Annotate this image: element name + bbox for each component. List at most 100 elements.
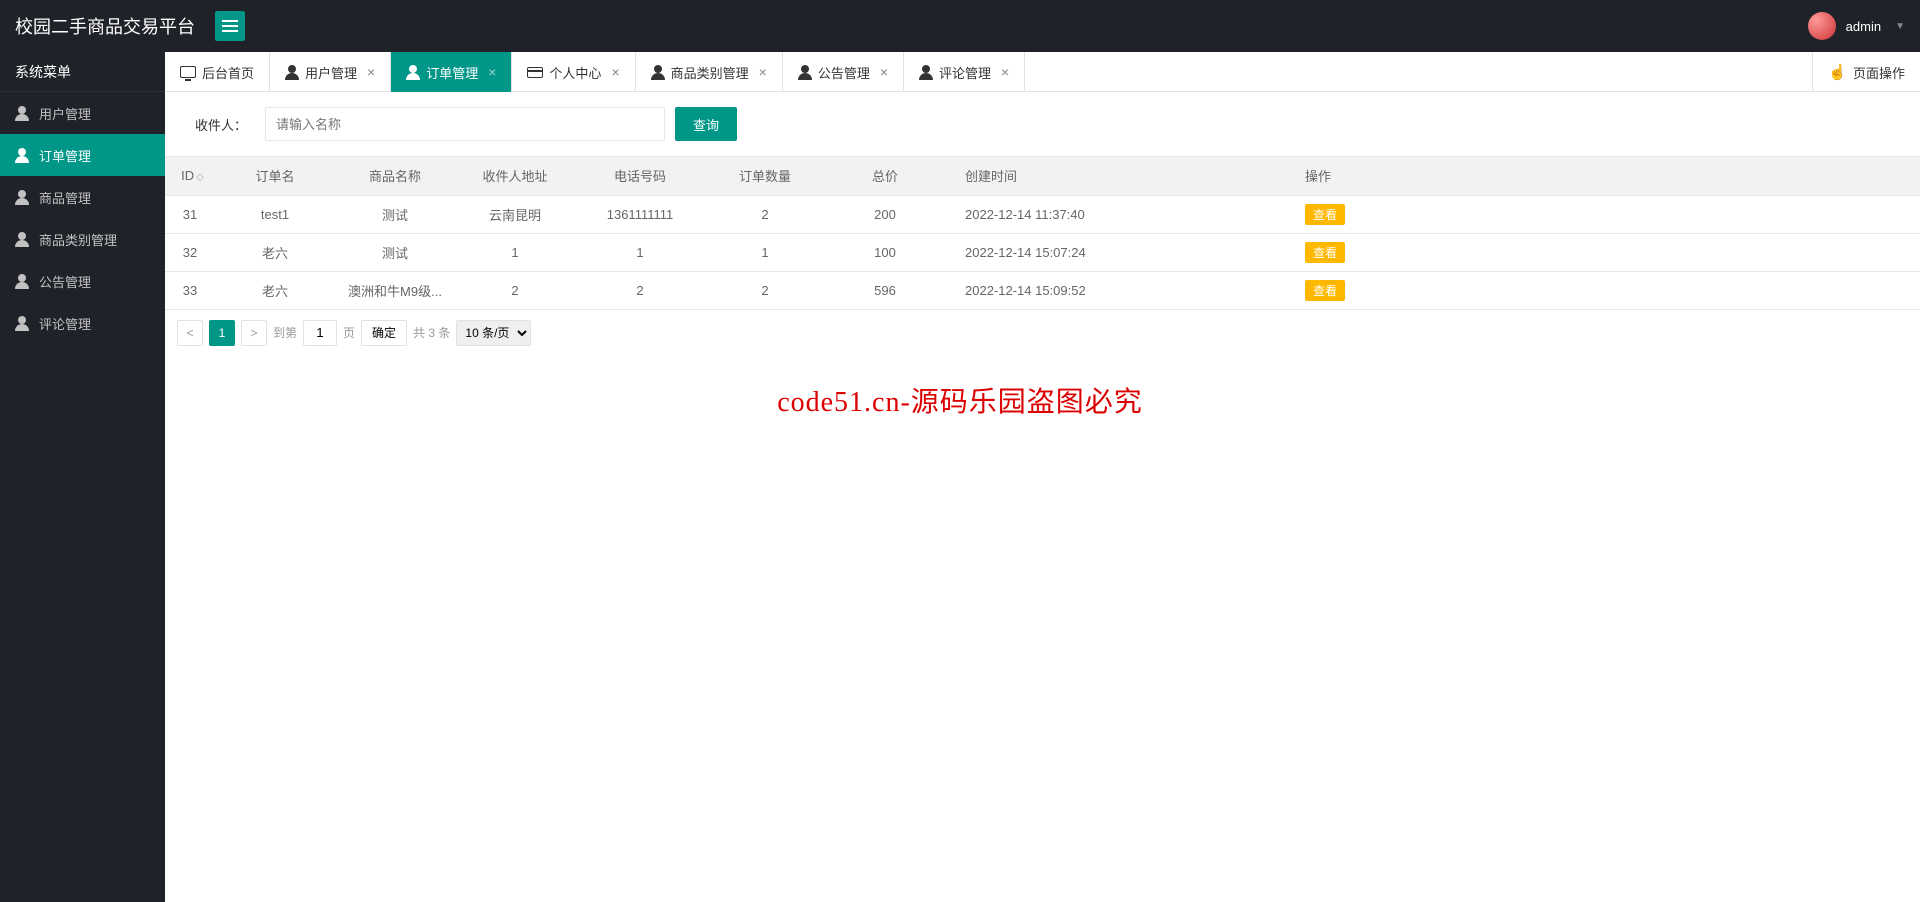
monitor-icon: [180, 66, 196, 78]
cell-id: 32: [165, 233, 215, 271]
sidebar-item-users[interactable]: 用户管理: [0, 92, 165, 134]
pagination: < 1 > 到第 页 确定 共 3 条 10 条/页: [165, 310, 1920, 356]
sidebar-item-label: 用户管理: [39, 104, 91, 123]
per-page-select[interactable]: 10 条/页: [456, 320, 531, 346]
user-menu[interactable]: admin ▼: [1808, 12, 1905, 40]
sidebar-item-products[interactable]: 商品管理: [0, 176, 165, 218]
user-icon: [798, 65, 812, 79]
cell-quantity: 2: [705, 195, 825, 233]
user-icon: [651, 65, 665, 79]
th-quantity: 订单数量: [705, 157, 825, 195]
tab-label: 评论管理: [939, 63, 991, 82]
th-action: 操作: [1285, 157, 1920, 195]
user-icon: [15, 316, 29, 330]
pointer-icon: [1828, 63, 1847, 81]
sidebar-item-label: 商品管理: [39, 188, 91, 207]
tab-announcements[interactable]: 公告管理 ×: [783, 52, 904, 92]
user-icon: [919, 65, 933, 79]
user-icon: [15, 148, 29, 162]
prev-page-button[interactable]: <: [177, 320, 203, 346]
th-time: 创建时间: [945, 157, 1285, 195]
table-row: 32 老六 测试 1 1 1 100 2022-12-14 15:07:24 查…: [165, 233, 1920, 271]
close-icon[interactable]: ×: [488, 64, 496, 80]
search-button[interactable]: 查询: [675, 107, 737, 141]
cell-product: 测试: [335, 195, 455, 233]
avatar: [1808, 12, 1836, 40]
tab-profile[interactable]: 个人中心 ×: [512, 52, 635, 92]
table-row: 31 test1 测试 云南昆明 1361111111 2 200 2022-1…: [165, 195, 1920, 233]
tab-categories[interactable]: 商品类别管理 ×: [636, 52, 783, 92]
th-address: 收件人地址: [455, 157, 575, 195]
chevron-down-icon: ▼: [1895, 21, 1905, 32]
user-icon: [15, 274, 29, 288]
close-icon[interactable]: ×: [880, 64, 888, 80]
tab-label: 用户管理: [305, 63, 357, 82]
table-row: 33 老六 澳洲和牛M9级... 2 2 2 596 2022-12-14 15…: [165, 271, 1920, 309]
cell-address: 1: [455, 233, 575, 271]
cell-action: 查看: [1285, 233, 1920, 271]
sidebar-item-announcements[interactable]: 公告管理: [0, 260, 165, 302]
page-operations-button[interactable]: 页面操作: [1812, 52, 1920, 92]
cell-name: 老六: [215, 271, 335, 309]
sidebar-item-label: 公告管理: [39, 272, 91, 291]
sidebar-item-label: 商品类别管理: [39, 230, 117, 249]
sidebar-item-orders[interactable]: 订单管理: [0, 134, 165, 176]
search-label: 收件人：: [195, 115, 247, 134]
close-icon[interactable]: ×: [611, 64, 619, 80]
goto-confirm-button[interactable]: 确定: [361, 320, 407, 346]
cell-time: 2022-12-14 15:09:52: [945, 271, 1285, 309]
view-button[interactable]: 查看: [1305, 280, 1345, 301]
cell-product: 澳洲和牛M9级...: [335, 271, 455, 309]
cell-price: 596: [825, 271, 945, 309]
close-icon[interactable]: ×: [1001, 64, 1009, 80]
tabs-bar: 后台首页 用户管理 × 订单管理 × 个人中心 ×: [165, 52, 1920, 92]
search-bar: 收件人： 查询: [165, 92, 1920, 157]
th-name: 订单名: [215, 157, 335, 195]
th-price: 总价: [825, 157, 945, 195]
sidebar-item-label: 订单管理: [39, 146, 91, 165]
total-count: 共 3 条: [413, 324, 450, 341]
page-label: 页: [343, 324, 355, 341]
next-page-button[interactable]: >: [241, 320, 267, 346]
header: 校园二手商品交易平台 admin ▼: [0, 0, 1920, 52]
tab-users[interactable]: 用户管理 ×: [270, 52, 391, 92]
search-input[interactable]: [265, 107, 665, 141]
close-icon[interactable]: ×: [759, 64, 767, 80]
view-button[interactable]: 查看: [1305, 242, 1345, 263]
menu-toggle-button[interactable]: [215, 11, 245, 41]
th-id[interactable]: ID◇: [165, 157, 215, 195]
user-icon: [15, 106, 29, 120]
card-icon: [527, 67, 543, 78]
user-icon: [285, 65, 299, 79]
sidebar-item-comments[interactable]: 评论管理: [0, 302, 165, 344]
tab-label: 后台首页: [202, 63, 254, 82]
sidebar: 系统菜单 用户管理 订单管理 商品管理 商品类别管理 公告管理 评论管理: [0, 52, 165, 902]
tab-label: 个人中心: [549, 63, 601, 82]
sort-icon: ◇: [196, 172, 204, 183]
cell-address: 云南昆明: [455, 195, 575, 233]
sidebar-header: 系统菜单: [0, 52, 165, 92]
cell-phone: 2: [575, 271, 705, 309]
user-icon: [406, 65, 420, 79]
cell-price: 100: [825, 233, 945, 271]
cell-id: 31: [165, 195, 215, 233]
th-product: 商品名称: [335, 157, 455, 195]
page-number[interactable]: 1: [209, 320, 235, 346]
tab-comments[interactable]: 评论管理 ×: [904, 52, 1025, 92]
view-button[interactable]: 查看: [1305, 204, 1345, 225]
cell-address: 2: [455, 271, 575, 309]
cell-quantity: 1: [705, 233, 825, 271]
goto-page-input[interactable]: [303, 320, 337, 346]
cell-price: 200: [825, 195, 945, 233]
sidebar-item-categories[interactable]: 商品类别管理: [0, 218, 165, 260]
cell-phone: 1361111111: [575, 195, 705, 233]
tab-home[interactable]: 后台首页: [165, 52, 270, 92]
cell-time: 2022-12-14 11:37:40: [945, 195, 1285, 233]
cell-action: 查看: [1285, 195, 1920, 233]
tab-label: 商品类别管理: [671, 63, 749, 82]
tab-orders[interactable]: 订单管理 ×: [391, 52, 512, 92]
close-icon[interactable]: ×: [367, 64, 375, 80]
cell-name: test1: [215, 195, 335, 233]
th-phone: 电话号码: [575, 157, 705, 195]
user-icon: [15, 190, 29, 204]
